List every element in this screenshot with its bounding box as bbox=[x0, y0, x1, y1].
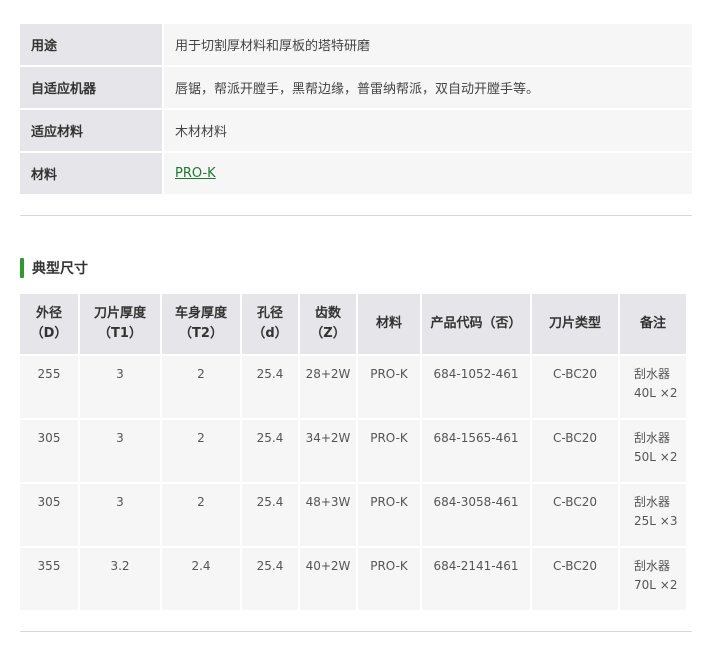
spec-row-machines: 自适应机器 唇锯，帮派开膛手，黑帮边缘，普雷纳帮派，双自动开膛手等。 bbox=[20, 67, 692, 108]
header-body-thickness: 车身厚度 （T2） bbox=[162, 294, 240, 354]
spec-value-material: PRO-K bbox=[164, 153, 692, 194]
cell-body-thickness: 2.4 bbox=[162, 548, 240, 610]
spec-key-material: 材料 bbox=[20, 153, 164, 194]
spec-key-purpose: 用途 bbox=[20, 24, 164, 65]
cell-product-code: 684-2141-461 bbox=[422, 548, 530, 610]
header-product-code: 产品代码（否） bbox=[422, 294, 530, 354]
dimensions-table: 外径 （D） 刀片厚度 （T1） 车身厚度 （T2） 孔径 （d） 齿数 （Z） 材料 产… bbox=[18, 292, 688, 612]
cell-blade-thickness: 3.2 bbox=[80, 548, 160, 610]
section-heading: 典型尺寸 bbox=[20, 257, 88, 279]
cell-product-code: 684-1052-461 bbox=[422, 356, 530, 418]
spec-row-work-material: 适应材料 木材材料 bbox=[20, 110, 692, 151]
header-bore: 孔径 （d） bbox=[242, 294, 298, 354]
header-blade-thickness: 刀片厚度 （T1） bbox=[80, 294, 160, 354]
table-row: 355 3.2 2.4 25.4 40+2W PRO-K 684-2141-46… bbox=[20, 548, 686, 610]
cell-product-code: 684-1565-461 bbox=[422, 420, 530, 482]
cell-blade-type: C-BC20 bbox=[532, 484, 618, 546]
header-note: 备注 bbox=[620, 294, 686, 354]
spec-row-purpose: 用途 用于切割厚材料和厚板的塔特研磨 bbox=[20, 24, 692, 65]
cell-material: PRO-K bbox=[358, 356, 420, 418]
cell-bore: 25.4 bbox=[242, 356, 298, 418]
table-row: 305 3 2 25.4 48+3W PRO-K 684-3058-461 C-… bbox=[20, 484, 686, 546]
cell-product-code: 684-3058-461 bbox=[422, 484, 530, 546]
cell-blade-thickness: 3 bbox=[80, 356, 160, 418]
header-teeth: 齿数 （Z） bbox=[300, 294, 356, 354]
cell-blade-thickness: 3 bbox=[80, 484, 160, 546]
cell-teeth: 28+2W bbox=[300, 356, 356, 418]
cell-blade-thickness: 3 bbox=[80, 420, 160, 482]
cell-material: PRO-K bbox=[358, 548, 420, 610]
spec-value-work-material: 木材材料 bbox=[164, 110, 692, 151]
cell-note: 刮水器 25L ×3 bbox=[620, 484, 686, 546]
cell-bore: 25.4 bbox=[242, 484, 298, 546]
cell-blade-type: C-BC20 bbox=[532, 548, 618, 610]
cell-blade-type: C-BC20 bbox=[532, 356, 618, 418]
cell-teeth: 40+2W bbox=[300, 548, 356, 610]
spec-value-machines: 唇锯，帮派开膛手，黑帮边缘，普雷纳帮派，双自动开膛手等。 bbox=[164, 67, 692, 108]
table-row: 305 3 2 25.4 34+2W PRO-K 684-1565-461 C-… bbox=[20, 420, 686, 482]
spec-value-purpose: 用于切割厚材料和厚板的塔特研磨 bbox=[164, 24, 692, 65]
cell-note: 刮水器 40L ×2 bbox=[620, 356, 686, 418]
cell-body-thickness: 2 bbox=[162, 420, 240, 482]
cell-material: PRO-K bbox=[358, 420, 420, 482]
spec-row-material: 材料 PRO-K bbox=[20, 153, 692, 194]
spec-table: 用途 用于切割厚材料和厚板的塔特研磨 自适应机器 唇锯，帮派开膛手，黑帮边缘，普… bbox=[20, 22, 692, 196]
table-row: 255 3 2 25.4 28+2W PRO-K 684-1052-461 C-… bbox=[20, 356, 686, 418]
cell-body-thickness: 2 bbox=[162, 484, 240, 546]
spec-key-work-material: 适应材料 bbox=[20, 110, 164, 151]
cell-teeth: 34+2W bbox=[300, 420, 356, 482]
cell-outer-diameter: 255 bbox=[20, 356, 78, 418]
section-title: 典型尺寸 bbox=[32, 261, 88, 277]
cell-outer-diameter: 305 bbox=[20, 420, 78, 482]
cell-blade-type: C-BC20 bbox=[532, 420, 618, 482]
spec-key-machines: 自适应机器 bbox=[20, 67, 164, 108]
cell-body-thickness: 2 bbox=[162, 356, 240, 418]
cell-teeth: 48+3W bbox=[300, 484, 356, 546]
cell-material: PRO-K bbox=[358, 484, 420, 546]
cell-note: 刮水器 50L ×2 bbox=[620, 420, 686, 482]
divider-bottom bbox=[20, 631, 692, 632]
material-link[interactable]: PRO-K bbox=[175, 166, 216, 181]
header-outer-diameter: 外径 （D） bbox=[20, 294, 78, 354]
cell-bore: 25.4 bbox=[242, 548, 298, 610]
cell-outer-diameter: 305 bbox=[20, 484, 78, 546]
section-accent-bar bbox=[20, 258, 24, 278]
header-blade-type: 刀片类型 bbox=[532, 294, 618, 354]
cell-note: 刮水器 70L ×2 bbox=[620, 548, 686, 610]
header-material: 材料 bbox=[358, 294, 420, 354]
dimensions-header-row: 外径 （D） 刀片厚度 （T1） 车身厚度 （T2） 孔径 （d） 齿数 （Z） 材料 产… bbox=[20, 294, 686, 354]
cell-outer-diameter: 355 bbox=[20, 548, 78, 610]
cell-bore: 25.4 bbox=[242, 420, 298, 482]
divider-top bbox=[20, 215, 692, 216]
